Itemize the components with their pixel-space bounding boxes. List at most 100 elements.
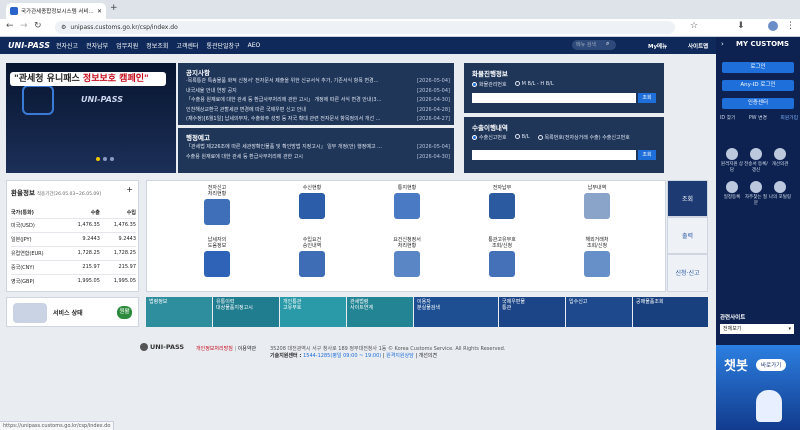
table-row: 일본(JPY) 9.2443 9.2443	[11, 231, 136, 246]
quick-feedback[interactable]: 개선의견	[768, 148, 792, 173]
notice-item[interactable]: 「수출용 원재료에 대한 관세 등 환급사무처리에 관한 고시」 개정에 따른 …	[186, 96, 450, 106]
reload-icon[interactable]: ↻	[34, 21, 42, 31]
cert-center-button[interactable]: 인증센터	[722, 98, 794, 109]
menu-search-input[interactable]: 메뉴 검색	[572, 40, 616, 50]
grid-notice-status[interactable]: 통지현황	[377, 185, 437, 219]
menu-customer-center[interactable]: 고객센터	[176, 41, 198, 50]
terms-link[interactable]: 이용약관	[238, 346, 256, 352]
collapse-icon[interactable]: ›	[721, 40, 724, 48]
cargo-input[interactable]	[472, 93, 636, 103]
notice-panel: 공지사항 ·목록통관 특송물품 화적 신청서' 전자문서 제출을 위한 신규서식…	[178, 63, 454, 125]
back-icon[interactable]: ←	[6, 21, 14, 31]
url-field[interactable]: ⚙ unipass.customs.go.kr/csp/index.do	[55, 21, 675, 34]
tile-intl-mail[interactable]: 국제우편물 통관	[499, 297, 565, 327]
notice-item[interactable]: (재수정)[6월1일] 납세의무자, 수출화주 성명 등 자국 확대 관련 전자…	[186, 115, 450, 125]
radio-export-no[interactable]: 수출신고번호	[472, 134, 507, 141]
signup-link[interactable]: 회원가입	[780, 114, 798, 121]
quick-my-portal[interactable]: 나의 포털링	[768, 181, 792, 206]
admin-notice-item[interactable]: 「관세법 제226조에 따른 세관장확인물품 및 확인방법 지정고시」 일부 개…	[186, 143, 450, 153]
grid-receipt-status[interactable]: 수신현황	[282, 185, 342, 219]
tab-application[interactable]: 신청·신고	[667, 254, 708, 292]
notice-item[interactable]: 내국세율 안내 연장 공지 [2026-05-04]	[186, 87, 450, 97]
grid-payment-history[interactable]: 납부내역	[567, 185, 627, 219]
notice-item[interactable]: 인천해상교환국 관할세관 변경에 따른 국제우편 신고 안내 [2026-04-2…	[186, 106, 450, 116]
site-info-icon[interactable]: ⚙	[61, 24, 66, 31]
browser-tab[interactable]: 국가관세종합정보시스템 서비... ✕	[6, 3, 106, 19]
table-row: 미국(USD) 1,476.35 1,476.35	[11, 217, 136, 232]
improve-link[interactable]: 개선의견	[419, 353, 437, 359]
favicon-icon	[10, 7, 18, 15]
menu-single-window[interactable]: 통관단일창구	[206, 41, 239, 50]
grid-taxpayer-help[interactable]: 납세자의 도움정보	[187, 237, 247, 277]
radio-export-bl[interactable]: B/L	[514, 134, 530, 141]
customs-emblem-icon	[140, 343, 148, 351]
find-id-link[interactable]: ID 찾기	[720, 114, 735, 121]
exchange-title: 환율정보 적용기간[26.05.03~26.05.09]	[11, 189, 101, 197]
status-bar: https://unipass.customs.go.kr/csp/index.…	[0, 421, 115, 430]
service-status-label: 서비스 상태	[53, 310, 83, 317]
tile-personal-code[interactable]: 개인통관 고유부호	[280, 297, 346, 327]
profile-avatar[interactable]	[768, 21, 778, 31]
site-logo[interactable]: UNI-PASS	[8, 41, 56, 50]
cargo-search-button[interactable]: 조회	[638, 93, 656, 103]
chatbot-go-button[interactable]: 바로가기	[756, 359, 787, 371]
my-menu-link[interactable]: My메뉴	[648, 42, 667, 50]
login-button[interactable]: 로그인	[722, 62, 794, 73]
quick-faq[interactable]: 자주찾는 질문	[744, 181, 768, 206]
table-row: 영국(GBP) 1,995.05 1,995.05	[11, 273, 136, 288]
quick-cert-register[interactable]: 전송서 등록/갱신	[744, 148, 768, 173]
sitemap-link[interactable]: 사이트맵	[688, 42, 708, 50]
export-search-button[interactable]: 조회	[638, 150, 656, 160]
change-pw-link[interactable]: PW 변경	[749, 114, 767, 121]
close-tab-icon[interactable]: ✕	[97, 8, 102, 15]
footer-help: 기술지원센터 : 1544-1285(평일 09:00 ~ 19:00) | 원…	[270, 353, 437, 359]
grid-overseas-partner[interactable]: 해외거래처 조회/신청	[567, 237, 627, 277]
tab-print[interactable]: 출력	[667, 217, 708, 254]
menu-e-payment[interactable]: 전자납부	[86, 41, 108, 50]
quick-remote-support[interactable]: 원격지원 상담	[720, 148, 744, 173]
forward-icon[interactable]: →	[20, 21, 28, 31]
remote-support-link[interactable]: 원격지원상담	[386, 353, 414, 359]
quick-schedule[interactable]: 일정등록	[720, 181, 744, 206]
radio-bl[interactable]: M B/L - H B/L	[514, 81, 554, 88]
tile-import-report[interactable]: 입수신고	[566, 297, 632, 327]
quick-menu-grid: 원격지원 상담 전송서 등록/갱신 개선의견 일정등록 자주찾는 질문 나의 포…	[720, 148, 798, 206]
browser-menu-icon[interactable]: ⋮	[786, 21, 795, 31]
menu-aeo[interactable]: AEO	[248, 42, 261, 49]
grid-customs-code[interactable]: 통관고유부호 조회/신청	[472, 237, 532, 277]
new-tab-icon[interactable]: +	[110, 3, 118, 13]
footer-links: 개인정보처리방침 | 이용약관	[196, 346, 257, 352]
related-sites-select[interactable]: 전체보기 ▾	[720, 324, 794, 334]
grid-requirement-status[interactable]: 요건신청정서 처리현황	[377, 237, 437, 277]
menu-e-declaration[interactable]: 전자신고	[56, 41, 78, 50]
notice-item[interactable]: ·목록통관 특송물품 화적 신청서' 전자문서 제출을 위한 신규서식 추가, …	[186, 77, 450, 87]
tile-auction[interactable]: 공매물품조회	[633, 297, 708, 327]
banner-pager[interactable]	[96, 157, 114, 161]
any-id-login-button[interactable]: Any-ID 로그인	[722, 80, 794, 91]
grid-e-declaration-status[interactable]: 전자신고 처리현황	[187, 185, 247, 225]
menu-info-inquiry[interactable]: 정보조회	[146, 41, 168, 50]
tile-lost-items[interactable]: 이용자 분실물검색	[414, 297, 498, 327]
admin-notice-item[interactable]: 수출용 원재료에 대한 관세 등 환급사무처리에 관한 고시 [2026-04-3…	[186, 153, 450, 163]
help-book-icon	[204, 251, 230, 277]
more-icon[interactable]: +	[126, 185, 133, 194]
export-title: 수출이행내역	[472, 124, 508, 132]
menu-business-support[interactable]: 업무지원	[116, 41, 138, 50]
clipboard-icon	[394, 251, 420, 277]
radio-cargo-no[interactable]: 화물관리번호	[472, 81, 507, 88]
tile-law-site[interactable]: 관세법령 사이트연계	[347, 297, 413, 327]
radio-list-no[interactable]: 목록번호(전자상거래 수출) 수출신고번호	[537, 134, 630, 141]
chatbot-banner[interactable]: 챗봇 바로가기	[716, 345, 800, 430]
privacy-link[interactable]: 개인정보처리방침	[196, 346, 233, 352]
grid-e-payment[interactable]: 전자납부	[472, 185, 532, 219]
search-icon[interactable]: ⌕	[606, 40, 609, 48]
cargo-panel: 화물진행정보 화물관리번호 M B/L - H B/L 조회	[464, 63, 664, 113]
tile-distribution-history[interactable]: 유통이력 대상물품지정고시	[213, 297, 279, 327]
tile-law-info[interactable]: 법령정보	[146, 297, 212, 327]
bookmark-icon[interactable]: ☆	[690, 21, 698, 31]
tab-inquiry[interactable]: 조회	[667, 180, 708, 217]
download-icon[interactable]: ⬇	[737, 21, 745, 31]
export-input[interactable]	[472, 150, 636, 160]
grid-import-approval[interactable]: 수입요건 승인내역	[282, 237, 342, 277]
status-badge: 원활	[117, 306, 132, 319]
